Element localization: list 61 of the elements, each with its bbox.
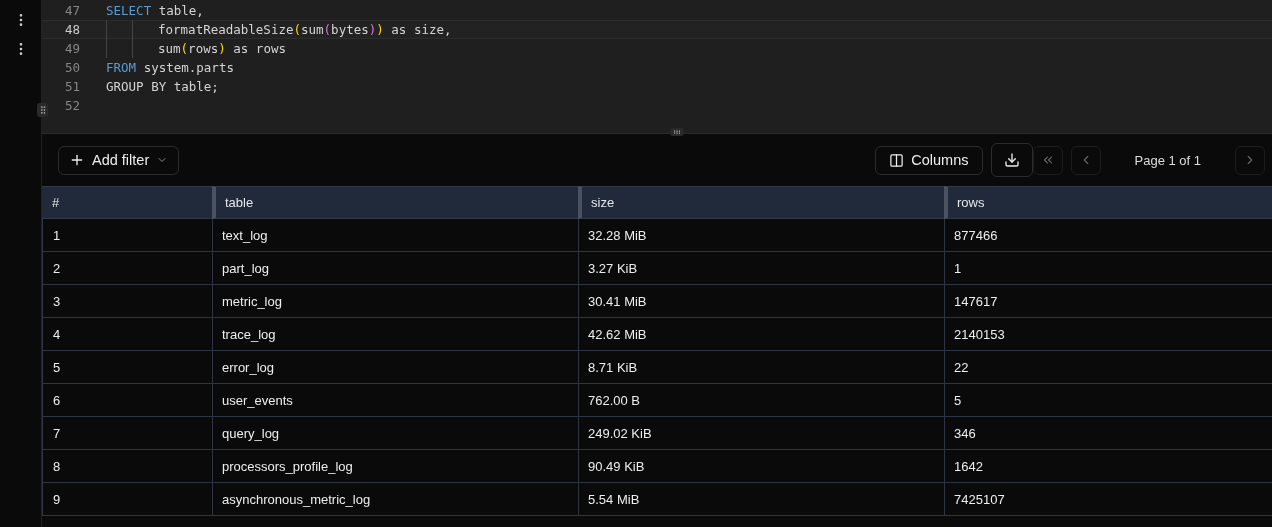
table-cell: 7 bbox=[42, 417, 212, 450]
download-button[interactable] bbox=[990, 143, 1033, 177]
table-cell: 877466 bbox=[944, 219, 1272, 252]
line-number: 50 bbox=[63, 60, 80, 75]
table-cell: 1 bbox=[944, 252, 1272, 285]
table-cell: 249.02 KiB bbox=[578, 417, 944, 450]
plus-icon bbox=[69, 152, 85, 168]
resize-handle[interactable] bbox=[37, 103, 48, 117]
line-number: 49 bbox=[63, 41, 80, 56]
table-cell: metric_log bbox=[212, 285, 578, 318]
table-cell: 4 bbox=[42, 318, 212, 351]
column-header[interactable]: size bbox=[578, 186, 944, 219]
line-number: 52 bbox=[63, 98, 80, 113]
line-number: 51 bbox=[63, 79, 80, 94]
page-indicator: Page 1 of 1 bbox=[1133, 152, 1202, 168]
table-cell: 2 bbox=[42, 252, 212, 285]
table-cell: 30.41 MiB bbox=[578, 285, 944, 318]
table-cell: trace_log bbox=[212, 318, 578, 351]
code-line: FROM system.parts bbox=[106, 60, 234, 75]
table-cell: processors_profile_log bbox=[212, 450, 578, 483]
code-line: sum(rows) as rows bbox=[158, 41, 286, 56]
column-header[interactable]: # bbox=[42, 186, 212, 219]
table-cell: 22 bbox=[944, 351, 1272, 384]
table-cell: 346 bbox=[944, 417, 1272, 450]
line-number: 47 bbox=[63, 3, 80, 18]
table-cell: 7425107 bbox=[944, 483, 1272, 516]
table-cell: 1 bbox=[42, 219, 212, 252]
column-header[interactable]: table bbox=[212, 186, 578, 219]
columns-icon bbox=[889, 152, 905, 168]
table-cell: 32.28 MiB bbox=[578, 219, 944, 252]
code-line: GROUP BY table; bbox=[106, 79, 219, 94]
table-cell: 8.71 KiB bbox=[578, 351, 944, 384]
table-cell: 147617 bbox=[944, 285, 1272, 318]
column-header[interactable]: rows bbox=[944, 186, 1272, 219]
table-cell: 5 bbox=[42, 351, 212, 384]
table-cell: 5.54 MiB bbox=[578, 483, 944, 516]
columns-button[interactable]: Columns bbox=[875, 145, 983, 175]
table-cell: 42.62 MiB bbox=[578, 318, 944, 351]
table-cell: 90.49 KiB bbox=[578, 450, 944, 483]
table-cell: query_log bbox=[212, 417, 578, 450]
code-editor[interactable]: 47 SELECT table, 48 formatReadableSize(sum(bytes)) as size, 49 sum(rows) as rows 50 FROM system.parts 51 GROUP BY table; 52 bbox=[42, 0, 1272, 134]
resize-handle[interactable] bbox=[670, 128, 684, 136]
code-line: SELECT table, bbox=[106, 3, 204, 18]
code-line: formatReadableSize(sum(bytes)) as size, bbox=[158, 22, 452, 37]
table-cell: 5 bbox=[944, 384, 1272, 417]
add-filter-button[interactable]: Add filter bbox=[58, 145, 180, 175]
table-cell: 3.27 KiB bbox=[578, 252, 944, 285]
line-number: 48 bbox=[63, 22, 80, 37]
table-cell: 762.00 B bbox=[578, 384, 944, 417]
table-cell: part_log bbox=[212, 252, 578, 285]
table-cell: 6 bbox=[42, 384, 212, 417]
download-icon bbox=[1003, 152, 1020, 168]
table-cell: 3 bbox=[42, 285, 212, 318]
table-cell: 8 bbox=[42, 450, 212, 483]
table-cell: error_log bbox=[212, 351, 578, 384]
table-cell: asynchronous_metric_log bbox=[212, 483, 578, 516]
table-cell: text_log bbox=[212, 219, 578, 252]
table-cell: 1642 bbox=[944, 450, 1272, 483]
table-cell: user_events bbox=[212, 384, 578, 417]
table-cell: 2140153 bbox=[944, 318, 1272, 351]
table-cell: 9 bbox=[42, 483, 212, 516]
